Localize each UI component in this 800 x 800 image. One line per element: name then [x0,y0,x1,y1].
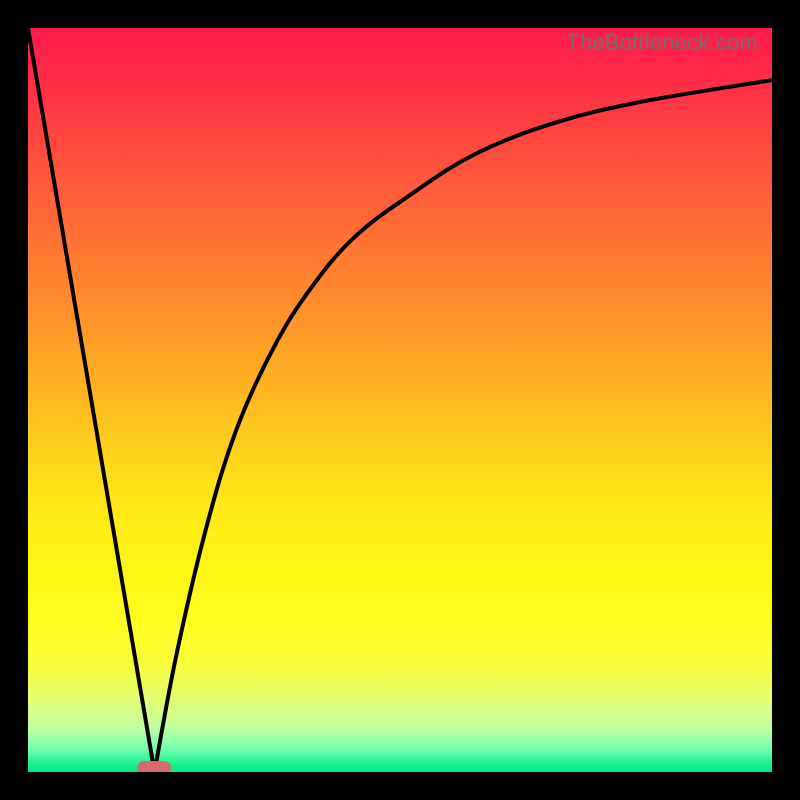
right-branch [155,80,773,772]
watermark-text: TheBottleneck.com [566,30,758,56]
minimum-marker [137,761,171,772]
curve-layer [28,28,772,772]
left-branch [28,28,155,772]
chart-frame: TheBottleneck.com [0,0,800,800]
plot-area: TheBottleneck.com [28,28,772,772]
